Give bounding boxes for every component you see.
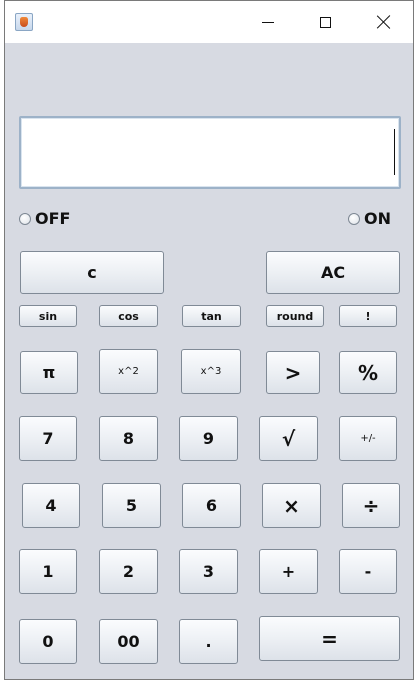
text-caret	[394, 129, 395, 175]
display-field[interactable]	[19, 116, 401, 189]
multiply-button[interactable]: ×	[262, 483, 321, 528]
digit-4-button[interactable]: 4	[22, 483, 80, 528]
sqrt-button[interactable]: √	[259, 416, 318, 461]
round-button[interactable]: round	[266, 305, 324, 327]
clear-button[interactable]: c	[20, 251, 164, 294]
maximize-button[interactable]	[296, 1, 354, 43]
digit-8-button[interactable]: 8	[99, 416, 158, 461]
off-radio[interactable]: OFF	[19, 209, 70, 228]
greater-than-button[interactable]: >	[266, 351, 320, 394]
plus-minus-button[interactable]: +/-	[339, 416, 397, 461]
divide-button[interactable]: ÷	[342, 483, 400, 528]
digit-5-button[interactable]: 5	[102, 483, 161, 528]
on-radio[interactable]: ON	[348, 209, 391, 228]
cos-button[interactable]: cos	[99, 305, 158, 327]
digit-0-button[interactable]: 0	[19, 619, 77, 664]
java-cup-icon	[15, 13, 33, 31]
pi-button[interactable]: π	[20, 351, 78, 394]
digit-1-button[interactable]: 1	[19, 549, 77, 594]
digit-6-button[interactable]: 6	[182, 483, 241, 528]
radio-circle-icon	[19, 212, 31, 225]
equals-button[interactable]: =	[259, 616, 400, 661]
digit-9-button[interactable]: 9	[179, 416, 238, 461]
cube-button[interactable]: x^3	[181, 349, 241, 394]
factorial-button[interactable]: !	[339, 305, 397, 327]
sin-button[interactable]: sin	[19, 305, 77, 327]
square-button[interactable]: x^2	[99, 349, 158, 394]
on-radio-label: ON	[364, 209, 391, 228]
title-bar[interactable]	[5, 1, 413, 43]
close-button[interactable]	[355, 1, 413, 43]
all-clear-button[interactable]: AC	[266, 251, 400, 294]
minimize-button[interactable]	[239, 1, 297, 43]
percent-button[interactable]: %	[339, 351, 397, 394]
digit-3-button[interactable]: 3	[179, 549, 238, 594]
maximize-icon	[319, 16, 331, 28]
tan-button[interactable]: tan	[182, 305, 241, 327]
decimal-button[interactable]: .	[179, 619, 238, 664]
digit-7-button[interactable]: 7	[19, 416, 77, 461]
off-radio-label: OFF	[35, 209, 71, 228]
close-icon	[377, 15, 391, 29]
plus-button[interactable]: +	[259, 549, 318, 594]
minimize-icon	[262, 21, 274, 23]
radio-circle-icon	[348, 212, 360, 225]
calculator-window: OFF ON c AC sin cos tan round ! π x^2 x^…	[4, 0, 414, 680]
digit-2-button[interactable]: 2	[99, 549, 158, 594]
double-zero-button[interactable]: 00	[99, 619, 158, 664]
minus-button[interactable]: -	[339, 549, 397, 594]
